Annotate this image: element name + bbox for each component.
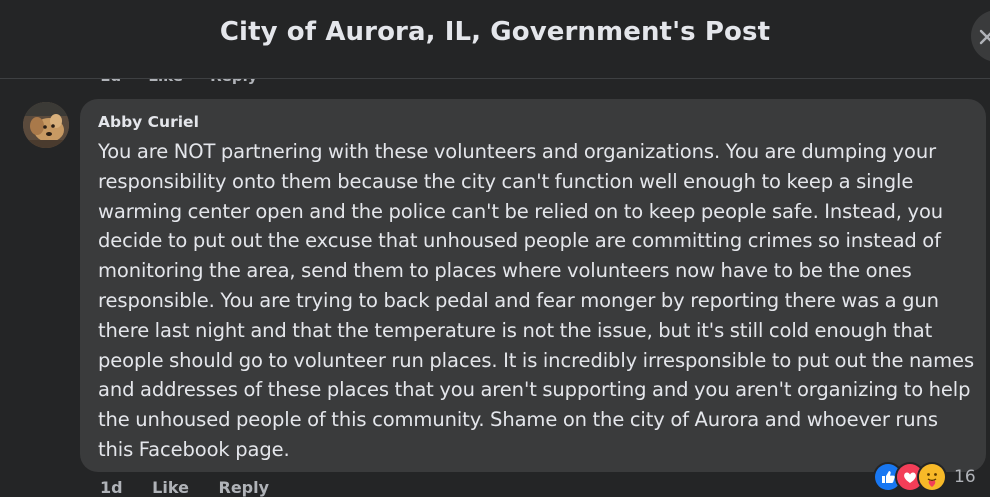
avatar-photo-icon xyxy=(23,102,69,148)
close-icon xyxy=(979,29,990,45)
post-title: City of Aurora, IL, Government's Post xyxy=(219,17,771,47)
comment-text: You are NOT partnering with these volunt… xyxy=(98,140,975,461)
comment-time[interactable]: 1d xyxy=(100,478,123,497)
comment-actions: 1d Like Reply xyxy=(100,478,293,497)
reply-link[interactable]: Reply xyxy=(219,478,270,497)
comment-bubble: Abby Curiel You are NOT partnering with … xyxy=(80,99,986,472)
post-header: City of Aurora, IL, Government's Post xyxy=(0,0,990,79)
comment-author[interactable]: Abby Curiel xyxy=(98,113,199,131)
reaction-summary[interactable]: 16 xyxy=(873,462,976,492)
avatar[interactable] xyxy=(23,102,69,148)
reaction-count: 16 xyxy=(954,467,976,487)
like-link[interactable]: Like xyxy=(152,478,189,497)
care-reaction-icon xyxy=(917,462,947,492)
